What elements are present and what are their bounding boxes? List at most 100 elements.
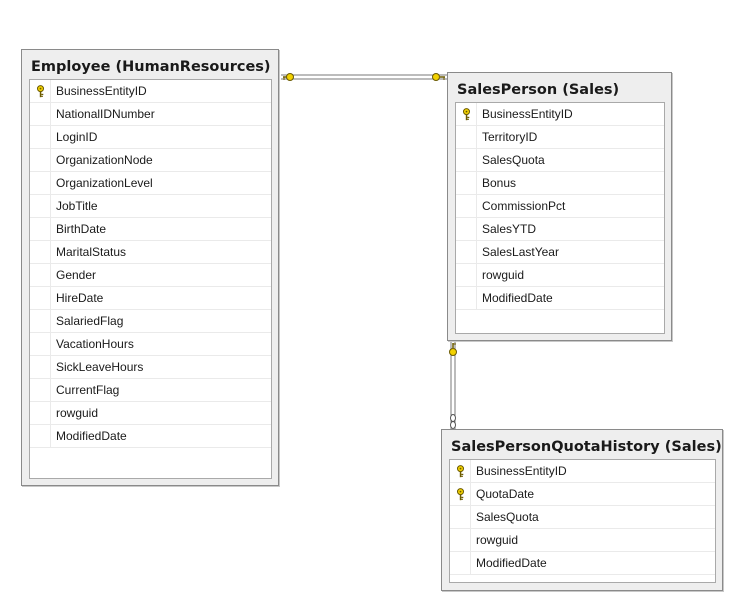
column-grid: BusinessEntityID QuotaDate SalesQuota rowgu… <box>449 459 716 583</box>
column-name: QuotaDate <box>476 487 535 501</box>
column-row[interactable]: BirthDate <box>30 218 271 241</box>
column-row[interactable]: NationalIDNumber <box>30 103 271 126</box>
row-selector[interactable] <box>456 241 477 263</box>
table-employee[interactable]: Employee (HumanResources) BusinessEntity… <box>21 49 279 486</box>
column-name: Gender <box>56 268 97 282</box>
column-name: BirthDate <box>56 222 107 236</box>
column-row[interactable]: Bonus <box>456 172 664 195</box>
row-selector[interactable] <box>30 264 51 286</box>
column-name: LoginID <box>56 130 98 144</box>
column-row[interactable]: OrganizationNode <box>30 149 271 172</box>
row-selector[interactable] <box>30 241 51 263</box>
column-name: BusinessEntityID <box>482 107 573 121</box>
row-selector[interactable] <box>30 126 51 148</box>
table-salesperson[interactable]: SalesPerson (Sales) BusinessEntityID Terr… <box>447 72 672 341</box>
column-name: CommissionPct <box>482 199 566 213</box>
column-name: ModifiedDate <box>56 429 127 443</box>
column-row[interactable]: CurrentFlag <box>30 379 271 402</box>
row-selector[interactable] <box>30 310 51 332</box>
table-title: Employee (HumanResources) <box>31 59 271 75</box>
column-row[interactable]: SickLeaveHours <box>30 356 271 379</box>
relationship-salesperson-quotahistory[interactable] <box>449 341 457 430</box>
column-row[interactable]: QuotaDate <box>450 483 715 506</box>
primary-key-icon <box>36 84 45 98</box>
column-name: SalesQuota <box>476 510 539 524</box>
row-selector[interactable] <box>30 172 51 194</box>
row-selector[interactable] <box>450 483 471 505</box>
column-name: ModifiedDate <box>482 291 553 305</box>
column-name: OrganizationLevel <box>56 176 153 190</box>
column-name: Bonus <box>482 176 517 190</box>
column-name: SalariedFlag <box>56 314 124 328</box>
row-selector[interactable] <box>456 264 477 286</box>
table-title: SalesPersonQuotaHistory (Sales) <box>451 439 722 455</box>
column-row[interactable]: ModifiedDate <box>450 552 715 575</box>
row-selector[interactable] <box>450 529 471 551</box>
row-selector[interactable] <box>30 333 51 355</box>
column-row[interactable]: CommissionPct <box>456 195 664 218</box>
column-row[interactable]: MaritalStatus <box>30 241 271 264</box>
column-row[interactable]: TerritoryID <box>456 126 664 149</box>
row-selector[interactable] <box>30 287 51 309</box>
row-selector[interactable] <box>30 103 51 125</box>
column-name: rowguid <box>476 533 519 547</box>
column-row[interactable]: SalesQuota <box>456 149 664 172</box>
column-name: JobTitle <box>56 199 98 213</box>
column-name: NationalIDNumber <box>56 107 155 121</box>
column-row[interactable]: SalesLastYear <box>456 241 664 264</box>
column-row[interactable]: rowguid <box>456 264 664 287</box>
column-name: HireDate <box>56 291 104 305</box>
row-selector[interactable] <box>456 218 477 240</box>
column-name: VacationHours <box>56 337 134 351</box>
column-row[interactable]: VacationHours <box>30 333 271 356</box>
row-selector[interactable] <box>450 506 471 528</box>
column-name: MaritalStatus <box>56 245 127 259</box>
column-row[interactable]: BusinessEntityID <box>30 80 271 103</box>
row-selector[interactable] <box>30 218 51 240</box>
column-name: SickLeaveHours <box>56 360 144 374</box>
row-selector[interactable] <box>30 80 51 102</box>
column-name: SalesQuota <box>482 153 545 167</box>
column-row[interactable]: rowguid <box>450 529 715 552</box>
primary-key-icon <box>456 487 465 501</box>
column-grid: BusinessEntityID TerritoryID SalesQuota Bon… <box>455 102 665 334</box>
row-selector[interactable] <box>30 356 51 378</box>
row-selector[interactable] <box>456 195 477 217</box>
column-row[interactable]: Gender <box>30 264 271 287</box>
column-row[interactable]: ModifiedDate <box>456 287 664 310</box>
column-row[interactable]: OrganizationLevel <box>30 172 271 195</box>
column-row[interactable]: JobTitle <box>30 195 271 218</box>
row-selector[interactable] <box>30 149 51 171</box>
column-name: SalesLastYear <box>482 245 559 259</box>
column-grid: BusinessEntityID NationalIDNumber LoginID O… <box>29 79 272 479</box>
column-name: SalesYTD <box>482 222 537 236</box>
column-name: CurrentFlag <box>56 383 120 397</box>
table-salespersonquotahistory[interactable]: SalesPersonQuotaHistory (Sales) Business… <box>441 429 723 591</box>
row-selector[interactable] <box>456 126 477 148</box>
row-selector[interactable] <box>30 402 51 424</box>
column-name: BusinessEntityID <box>476 464 567 478</box>
row-selector[interactable] <box>456 172 477 194</box>
column-row[interactable]: HireDate <box>30 287 271 310</box>
row-selector[interactable] <box>456 103 477 125</box>
column-row[interactable]: LoginID <box>30 126 271 149</box>
column-name: ModifiedDate <box>476 556 547 570</box>
row-selector[interactable] <box>30 379 51 401</box>
column-row[interactable]: SalesYTD <box>456 218 664 241</box>
column-name: rowguid <box>482 268 525 282</box>
column-name: TerritoryID <box>482 130 538 144</box>
row-selector[interactable] <box>456 287 477 309</box>
column-name: rowguid <box>56 406 99 420</box>
column-row[interactable]: rowguid <box>30 402 271 425</box>
column-row[interactable]: SalesQuota <box>450 506 715 529</box>
row-selector[interactable] <box>450 460 471 482</box>
row-selector[interactable] <box>450 552 471 574</box>
column-row[interactable]: ModifiedDate <box>30 425 271 448</box>
column-row[interactable]: BusinessEntityID <box>456 103 664 126</box>
row-selector[interactable] <box>456 149 477 171</box>
row-selector[interactable] <box>30 195 51 217</box>
relationship-employee-salesperson[interactable] <box>281 73 447 81</box>
row-selector[interactable] <box>30 425 51 447</box>
column-row[interactable]: BusinessEntityID <box>450 460 715 483</box>
column-row[interactable]: SalariedFlag <box>30 310 271 333</box>
